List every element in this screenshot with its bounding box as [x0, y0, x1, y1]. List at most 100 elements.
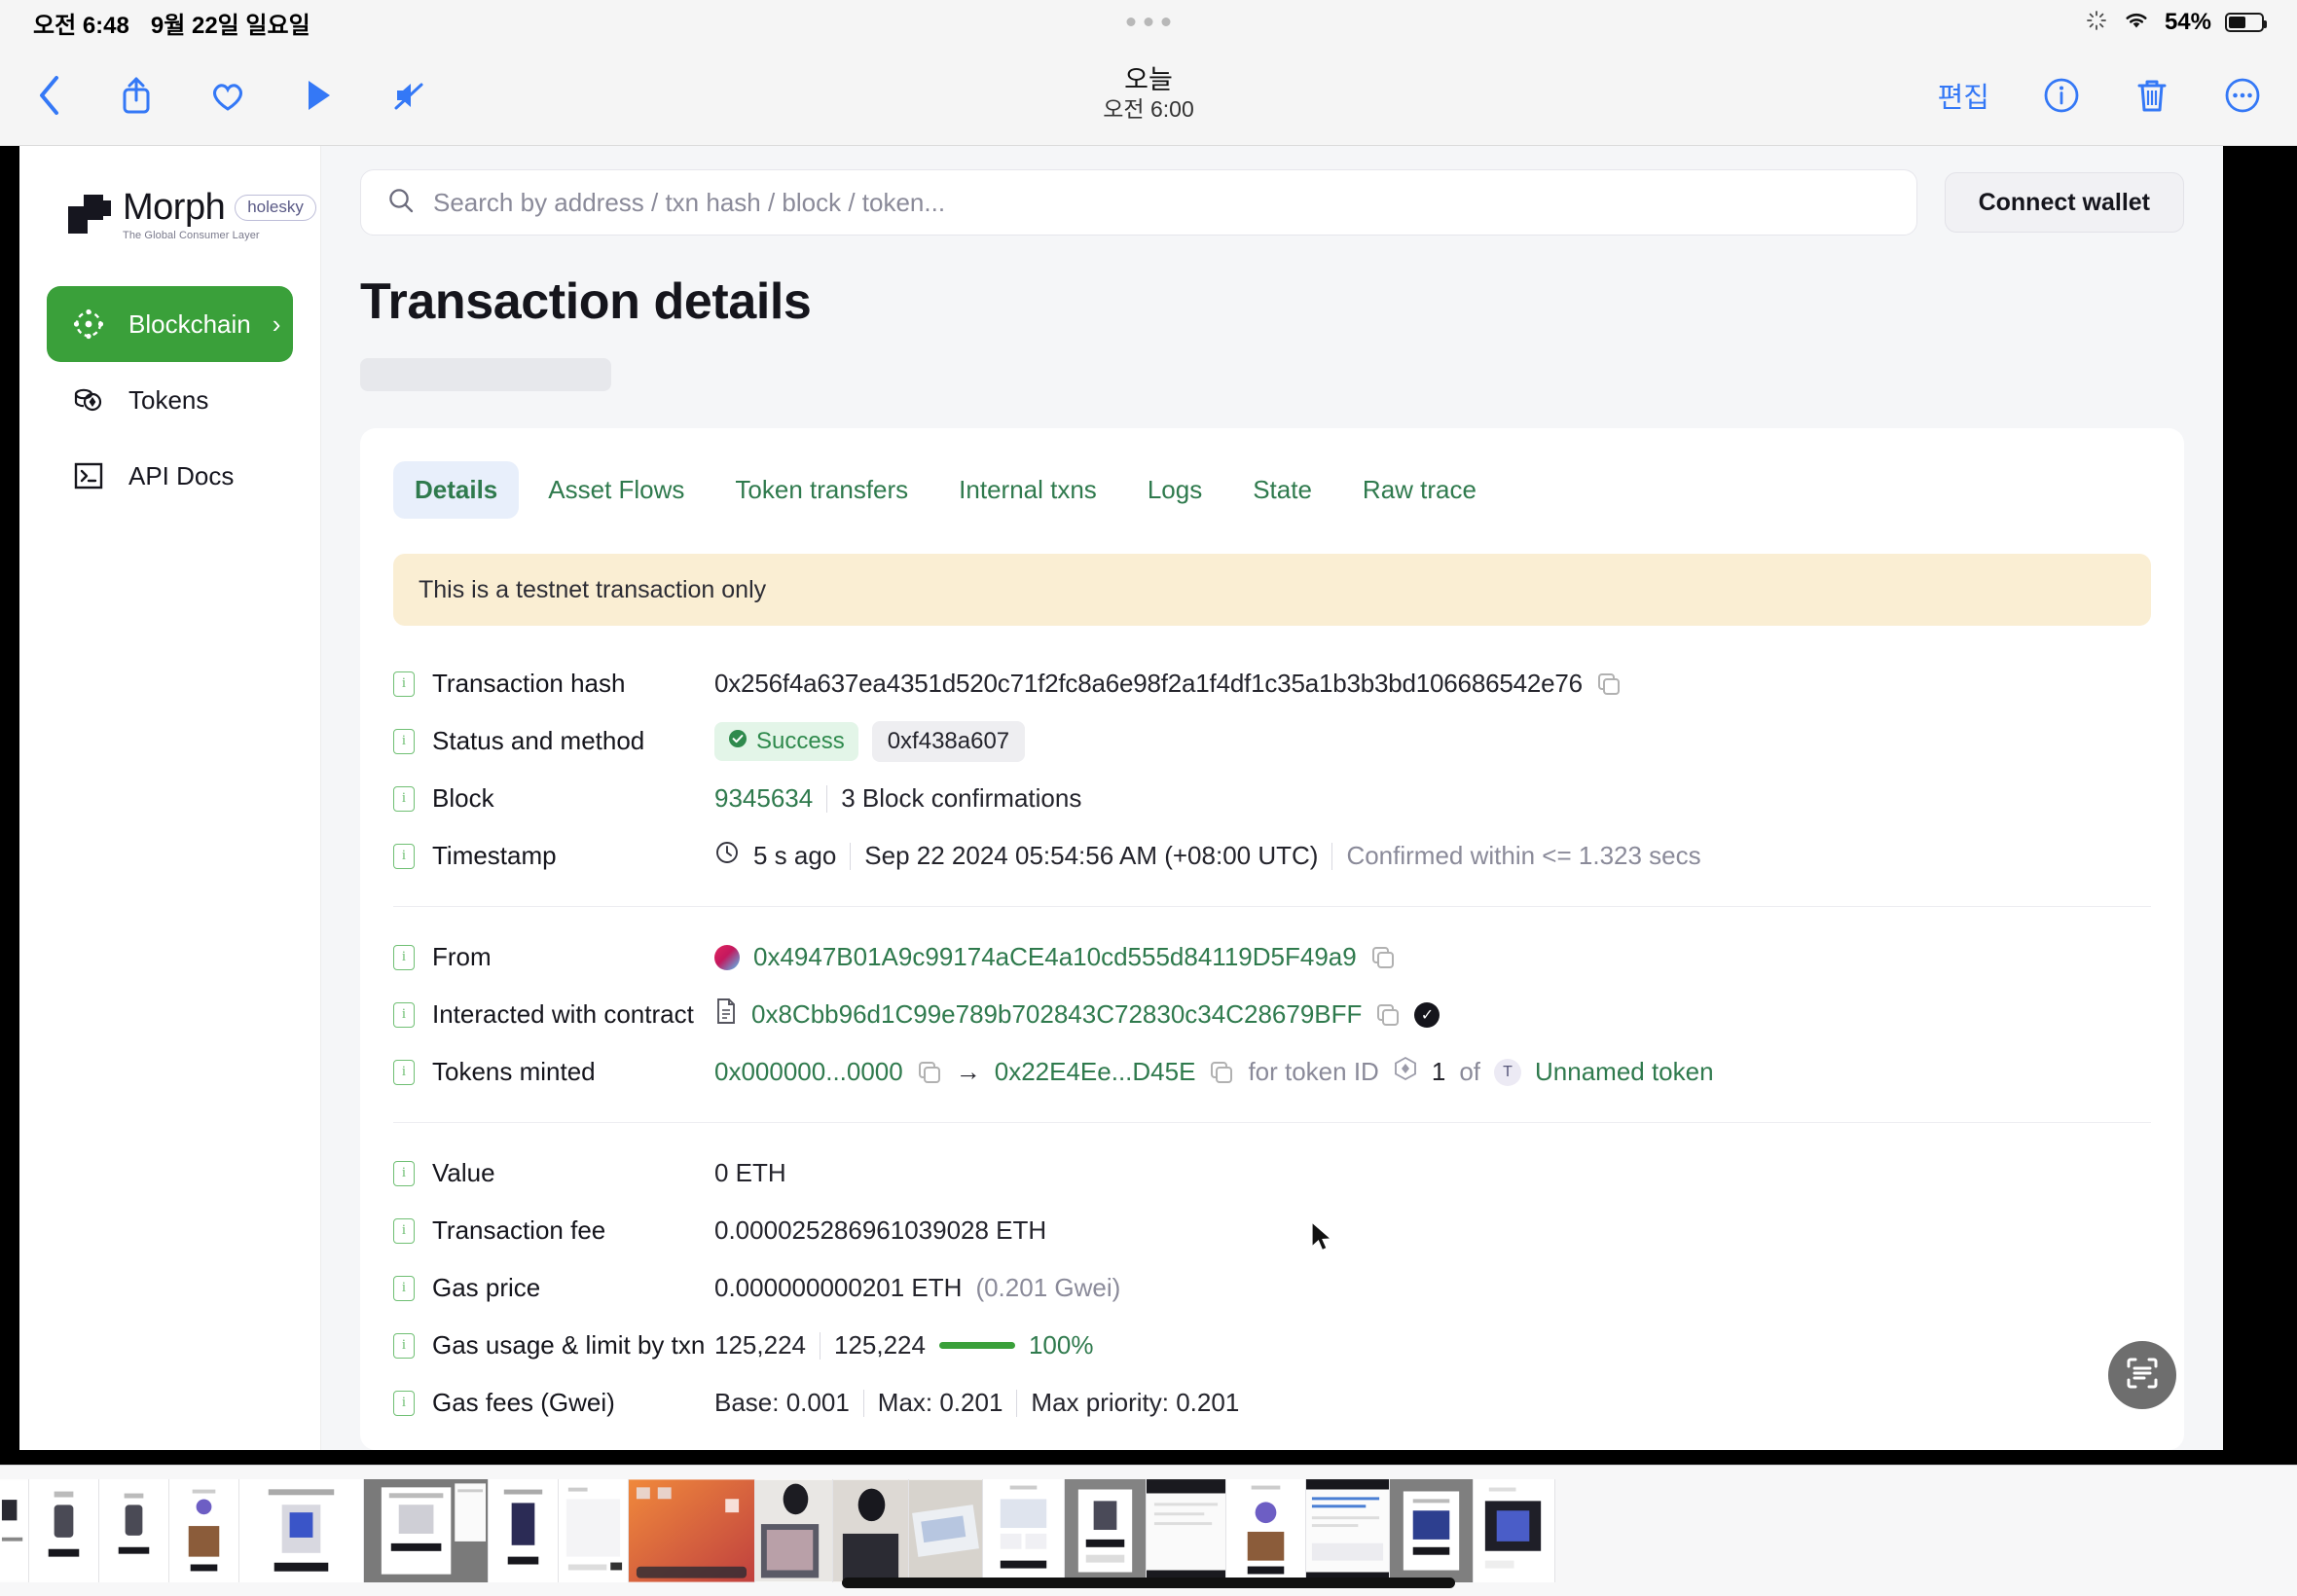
- minted-to-address[interactable]: 0x22E4Ee...D45E: [995, 1057, 1196, 1087]
- method-badge: 0xf438a607: [871, 720, 1026, 762]
- search-input[interactable]: [433, 187, 1891, 218]
- info-tooltip-icon[interactable]: i: [393, 1275, 415, 1301]
- sidebar-nav: Blockchain › Tokens API Docs: [47, 286, 293, 514]
- battery-percent: 54%: [2164, 9, 2211, 35]
- filmstrip-thumbnail[interactable]: [489, 1479, 559, 1582]
- info-tooltip-icon[interactable]: i: [393, 1059, 415, 1085]
- copy-icon[interactable]: [1596, 671, 1622, 697]
- filmstrip-thumbnail[interactable]: [983, 1479, 1065, 1582]
- info-tooltip-icon[interactable]: i: [393, 843, 415, 869]
- filmstrip-thumbnail[interactable]: [629, 1479, 755, 1582]
- info-tooltip-icon[interactable]: i: [393, 1332, 415, 1359]
- sidebar-item-label: Blockchain: [128, 308, 251, 339]
- sidebar-item-label: Tokens: [128, 384, 209, 415]
- status-bar-right: 54%: [2085, 9, 2267, 37]
- tab-details[interactable]: Details: [393, 461, 520, 519]
- info-tooltip-icon[interactable]: i: [393, 728, 415, 754]
- heart-icon[interactable]: [208, 76, 247, 115]
- gas-price-eth: 0.000000000201 ETH: [714, 1273, 963, 1302]
- block-number-link[interactable]: 9345634: [714, 783, 813, 814]
- sidebar-item-api-docs[interactable]: API Docs: [47, 438, 293, 514]
- speaker-mute-icon[interactable]: [389, 76, 428, 115]
- app-toolbar: 오늘 오전 6:00 편집: [0, 45, 2297, 146]
- sidebar-item-blockchain[interactable]: Blockchain ›: [47, 286, 293, 362]
- morph-logo-icon: [68, 195, 113, 234]
- brand-logo[interactable]: Morph holesky The Global Consumer Layer: [47, 175, 316, 241]
- row-gas-price: i Gas price 0.000000000201 ETH (0.201 Gw…: [393, 1259, 2151, 1317]
- minted-from-address[interactable]: 0x000000...0000: [714, 1057, 903, 1087]
- info-tooltip-icon[interactable]: i: [393, 671, 415, 697]
- filmstrip-thumbnail[interactable]: [239, 1479, 364, 1582]
- tab-token-transfers[interactable]: Token transfers: [713, 461, 930, 519]
- info-tooltip-icon[interactable]: i: [393, 1217, 415, 1244]
- sidebar-item-tokens[interactable]: Tokens: [47, 362, 293, 438]
- info-tooltip-icon[interactable]: i: [393, 1001, 415, 1028]
- copy-icon[interactable]: [1370, 945, 1396, 970]
- filmstrip-thumbnail[interactable]: [755, 1479, 833, 1582]
- info-circle-icon[interactable]: [2042, 76, 2081, 115]
- share-icon[interactable]: [119, 73, 154, 118]
- filmstrip-thumbnail[interactable]: [1226, 1479, 1306, 1582]
- details-rows: i Transaction hash 0x256f4a637ea4351d520…: [360, 626, 2184, 1432]
- edit-button[interactable]: 편집: [1938, 75, 1989, 116]
- terminal-icon: [70, 457, 107, 494]
- filmstrip-thumbnail[interactable]: [1147, 1479, 1226, 1582]
- screenshot-canvas: Morph holesky The Global Consumer Layer: [0, 146, 2297, 1465]
- for-token-id-text: for token ID: [1248, 1057, 1379, 1086]
- nft-token-icon: [1393, 1056, 1418, 1088]
- filmstrip-thumbnail[interactable]: [1474, 1479, 1555, 1582]
- tab-logs[interactable]: Logs: [1126, 461, 1223, 519]
- row-label: Status and method: [432, 726, 645, 755]
- gas-fee-max: Max: 0.201: [877, 1388, 1003, 1417]
- row-label: Gas price: [432, 1273, 541, 1302]
- filmstrip-thumbnail[interactable]: [1065, 1479, 1147, 1582]
- search-bar[interactable]: [360, 169, 1917, 236]
- filmstrip-thumbnail[interactable]: [1390, 1479, 1474, 1582]
- copy-icon[interactable]: [1375, 1002, 1401, 1028]
- screenshot-filmstrip[interactable]: [0, 1465, 2297, 1596]
- loading-skeleton-bar: [360, 358, 611, 391]
- toolbar-title-group: 오늘 오전 6:00: [1103, 65, 1193, 125]
- more-ellipsis-circle-icon[interactable]: [2223, 76, 2262, 115]
- token-name-link[interactable]: Unnamed token: [1535, 1057, 1714, 1087]
- tab-asset-flows[interactable]: Asset Flows: [527, 461, 706, 519]
- trash-icon[interactable]: [2133, 75, 2170, 116]
- filmstrip-thumbnail-selected[interactable]: [364, 1479, 489, 1582]
- filmstrip-thumbnail[interactable]: [1306, 1479, 1390, 1582]
- testnet-notice-banner: This is a testnet transaction only: [393, 554, 2151, 626]
- info-tooltip-icon[interactable]: i: [393, 1390, 415, 1416]
- top-bar: Connect wallet: [321, 146, 2223, 236]
- play-icon[interactable]: [302, 77, 335, 114]
- filmstrip-thumbnail[interactable]: [29, 1479, 99, 1582]
- row-transaction-fee: i Transaction fee 0.000025286961039028 E…: [393, 1202, 2151, 1259]
- tab-internal-txns[interactable]: Internal txns: [937, 461, 1118, 519]
- filmstrip-thumbnail[interactable]: [909, 1479, 983, 1582]
- section-divider: [393, 906, 2151, 907]
- home-indicator[interactable]: [842, 1578, 1455, 1588]
- filmstrip-thumbnail[interactable]: [0, 1479, 29, 1582]
- multitask-dots[interactable]: [1126, 18, 1171, 26]
- copy-icon[interactable]: [917, 1060, 942, 1085]
- divider: [1016, 1389, 1018, 1417]
- from-address-link[interactable]: 0x4947B01A9c99174aCE4a10cd555d84119D5F49…: [753, 942, 1357, 972]
- info-tooltip-icon[interactable]: i: [393, 944, 415, 970]
- text-scan-fab-button[interactable]: [2108, 1341, 2176, 1409]
- status-time: 오전 6:48: [33, 12, 129, 39]
- row-block: i Block 9345634 3 Block confirmations: [393, 770, 2151, 827]
- connect-wallet-button[interactable]: Connect wallet: [1944, 172, 2184, 233]
- filmstrip-thumbnail[interactable]: [169, 1479, 239, 1582]
- row-label: Block: [432, 783, 494, 813]
- filmstrip-thumbnail[interactable]: [833, 1479, 909, 1582]
- tab-state[interactable]: State: [1231, 461, 1333, 519]
- info-tooltip-icon[interactable]: i: [393, 785, 415, 812]
- contract-address-link[interactable]: 0x8Cbb96d1C99e789b702843C72830c34C28679B…: [751, 999, 1362, 1030]
- info-tooltip-icon[interactable]: i: [393, 1160, 415, 1186]
- back-chevron-icon[interactable]: [35, 73, 64, 118]
- tab-raw-trace[interactable]: Raw trace: [1341, 461, 1498, 519]
- filmstrip-thumbnail[interactable]: [99, 1479, 169, 1582]
- gas-fee-base: Base: 0.001: [714, 1388, 850, 1417]
- copy-icon[interactable]: [1209, 1060, 1234, 1085]
- divider: [1331, 842, 1333, 870]
- row-value: i Value 0 ETH: [393, 1144, 2151, 1202]
- filmstrip-thumbnail[interactable]: [559, 1479, 629, 1582]
